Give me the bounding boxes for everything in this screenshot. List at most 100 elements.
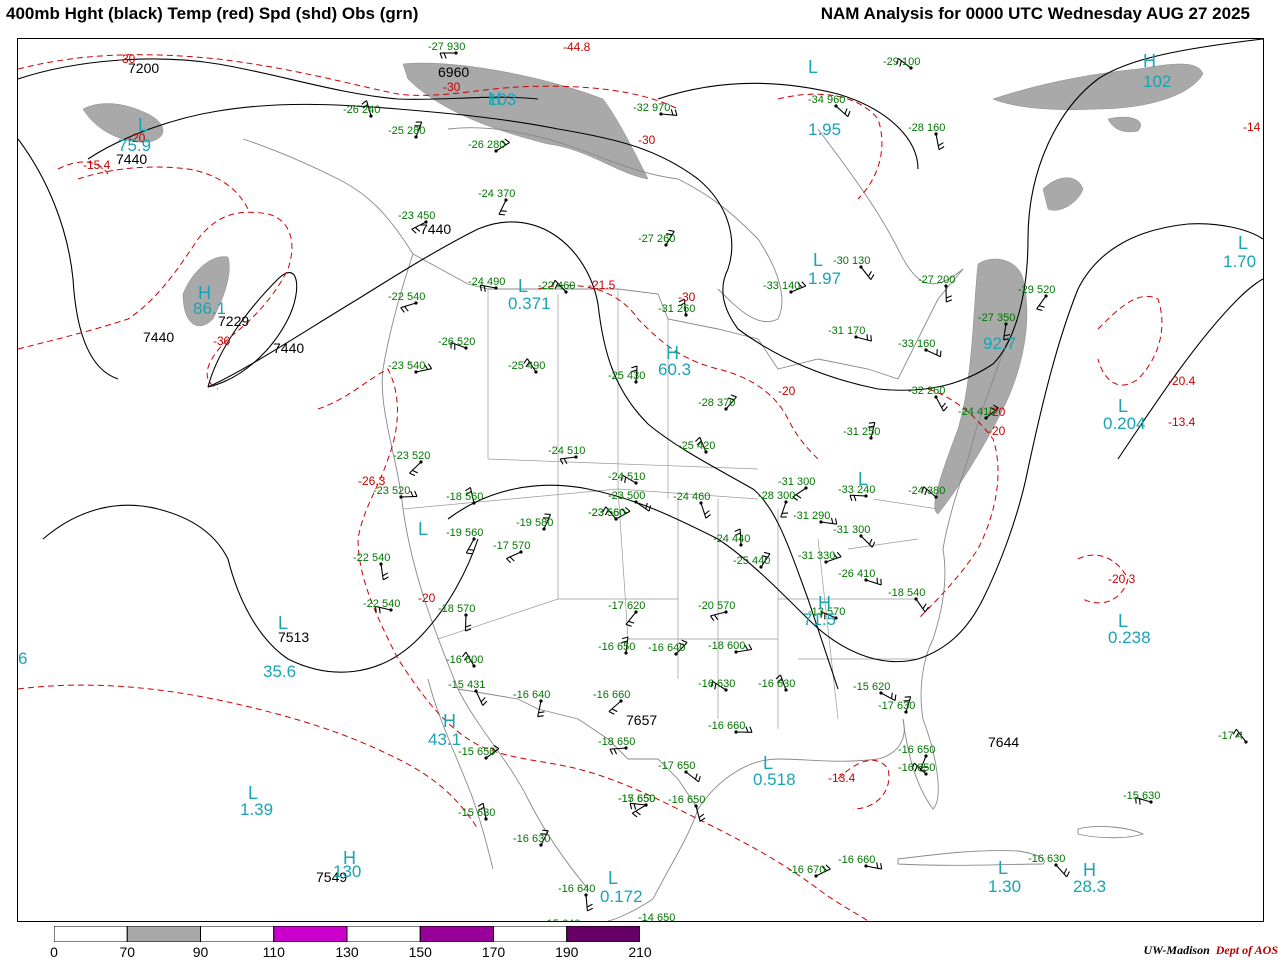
colorbar-tick-label: 90 — [192, 944, 209, 960]
station-obs: -22 540 — [363, 598, 400, 612]
isotherm-20-atlantic — [1097, 295, 1163, 386]
obs-value: -17 630 — [878, 700, 915, 712]
colorbar-tick-label: 210 — [628, 944, 652, 960]
obs-value: -31 250 — [843, 426, 880, 438]
obs-value: -18 570 — [438, 603, 475, 615]
obs-value: -31 260 — [658, 303, 695, 315]
obs-value: -16 600 — [446, 654, 483, 666]
station-dot — [879, 691, 883, 695]
obs-value: -31 300 — [778, 476, 815, 488]
speed-center-marker: L — [1238, 233, 1248, 253]
temp-label: -13.4 — [1168, 415, 1196, 429]
station-obs: -16 670 — [788, 864, 825, 878]
station-dot — [789, 290, 793, 294]
station-obs: -27 260 — [638, 233, 675, 247]
station-dot — [909, 66, 913, 70]
colorbar-bin — [126, 926, 201, 942]
station-dot — [804, 486, 808, 490]
station-dot — [934, 132, 938, 136]
station-obs: -16 660 — [593, 689, 630, 703]
station-dot — [759, 565, 763, 569]
obs-value: -33 240 — [838, 484, 875, 496]
station-obs: -16 660 — [708, 720, 745, 734]
station-dot — [824, 560, 828, 564]
obs-value: -15 630 — [458, 807, 495, 819]
station-obs: -15 650 — [458, 746, 495, 760]
baja-california — [427, 678, 494, 870]
station-obs: -16 600 — [446, 654, 483, 668]
obs-value: -28 160 — [908, 122, 945, 134]
station-obs: -17 4 — [1218, 730, 1248, 744]
station-dot — [904, 710, 908, 714]
obs-value: -30 130 — [833, 255, 870, 267]
station-dot — [739, 543, 743, 547]
station-obs: -23 500 — [608, 490, 645, 504]
cuba — [897, 850, 1045, 866]
obs-value: -23 520 — [393, 450, 430, 462]
obs-value: -16 630 — [1028, 853, 1065, 865]
wind-barb — [700, 502, 711, 519]
station-dot — [924, 348, 928, 352]
station-dot — [534, 370, 538, 374]
speed-label: 1.30 — [988, 877, 1021, 896]
station-obs: -30 130 — [833, 255, 870, 269]
station-obs: -33 240 — [838, 484, 875, 498]
station-obs: -20 570 — [698, 600, 735, 614]
temperature-labels: -30-44.8-30-20-15.4-30-30-20-21.5-20-30-… — [83, 40, 1261, 785]
station-obs: -16 630 — [1028, 853, 1065, 867]
station-dot — [864, 864, 868, 868]
obs-value: -25 490 — [508, 360, 545, 372]
obs-value: -15 431 — [448, 679, 485, 691]
us-west-coast — [381, 253, 459, 690]
station-dot — [1004, 322, 1008, 326]
station-dot — [1149, 800, 1153, 804]
temp-label: -20.4 — [1168, 374, 1196, 388]
station-dot — [419, 460, 423, 464]
isotherm-30-labrador — [777, 93, 883, 200]
station-dot — [474, 689, 478, 693]
station-dot — [379, 562, 383, 566]
obs-value: -17 4 — [1218, 730, 1243, 742]
station-dot — [1244, 740, 1248, 744]
colorbar-tick-label: 150 — [408, 944, 432, 960]
station-dot — [924, 772, 928, 776]
station-obs: -15 630 — [1123, 790, 1160, 804]
obs-value: -22 540 — [388, 291, 425, 303]
speed-label: 1.70 — [1223, 252, 1256, 271]
station-obs: -16 660 — [838, 854, 875, 868]
obs-value: -33 140 — [763, 280, 800, 292]
temp-label: -30 — [638, 133, 656, 147]
wind-barb — [380, 563, 389, 581]
weather-map: -27 930 -29 100 -26 240 -25 280 -26 280 -32 9… — [17, 38, 1264, 922]
obs-value: -27 260 — [638, 233, 675, 245]
station-obs: -23 520 — [393, 450, 430, 464]
obs-value: -26 280 — [468, 139, 505, 151]
temp-label: -26.3 — [358, 474, 386, 488]
obs-value: -14 650 — [638, 912, 675, 921]
station-obs: -27 350 — [978, 312, 1015, 326]
gulf-coast — [697, 718, 905, 810]
temp-label: -21.5 — [588, 278, 616, 292]
station-dot — [734, 650, 738, 654]
speed-label: 60.3 — [658, 360, 691, 379]
station-dot — [694, 804, 698, 808]
station-dot — [614, 517, 618, 521]
speed-label: 92.7 — [983, 334, 1016, 353]
florida — [902, 638, 939, 810]
station-dot — [854, 335, 858, 339]
wind-barb — [685, 771, 701, 783]
station-obs: -32 970 — [633, 102, 670, 116]
colorbar-tick-label: 190 — [555, 944, 579, 960]
colorbar-bin — [273, 926, 348, 942]
wind-barb — [585, 894, 594, 912]
station-obs: -17 650 — [658, 760, 695, 774]
hispaniola — [1077, 826, 1145, 839]
speed-label: 130 — [333, 862, 361, 881]
speed-center-marker: L — [998, 858, 1008, 878]
station-dot — [539, 843, 543, 847]
obs-value: -27 200 — [918, 274, 955, 286]
temp-label: -30 — [118, 52, 136, 66]
colorbar-bin — [54, 926, 128, 942]
station-obs: -34 960 — [808, 94, 845, 108]
temp-label: -14 — [1243, 120, 1261, 134]
